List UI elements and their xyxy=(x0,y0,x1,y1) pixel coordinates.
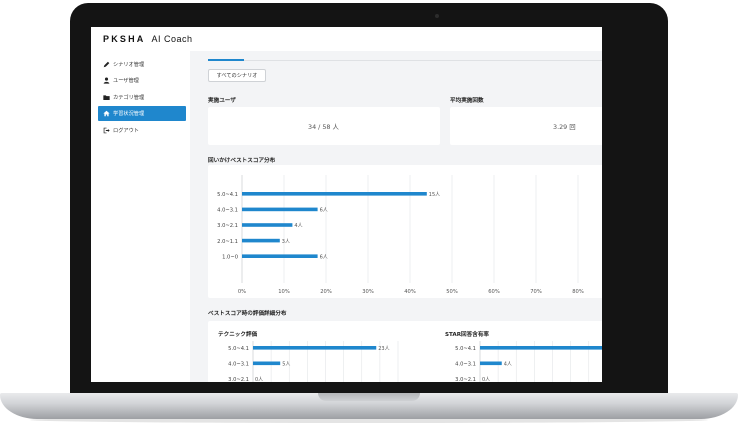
x-tick-label: 50% xyxy=(446,289,458,295)
star-chart-title: STAR回答含有率 xyxy=(445,332,490,338)
sidebar-item-label: 学習状況管理 xyxy=(113,111,145,118)
value-label: 4人 xyxy=(504,362,512,368)
category-label: 4.0~3.1 xyxy=(217,208,238,214)
x-tick-label: 10% xyxy=(278,289,290,295)
detail-charts-card: テクニック評価 STAR回答含有率 5.0~4.1 23人 4.0~3.1 5人 3.0… xyxy=(208,321,602,382)
users-section-title: 実施ユーザ xyxy=(208,98,236,104)
value-label: 4人 xyxy=(294,223,302,229)
sidebar-item-users[interactable]: ユーザ管理 xyxy=(98,73,186,88)
value-label: 0人 xyxy=(255,377,263,382)
sidebar-item-logout[interactable]: ログアウト xyxy=(98,123,186,138)
bar xyxy=(253,361,281,366)
bar xyxy=(480,361,502,366)
category-label: 1.0~0 xyxy=(222,254,238,260)
avg-stat-card: 3.29 回 xyxy=(450,107,602,145)
value-label: 3人 xyxy=(282,239,290,245)
x-tick-label: 0% xyxy=(238,289,246,295)
x-tick-label: 30% xyxy=(362,289,374,295)
x-tick-label: 80% xyxy=(572,289,584,295)
star-chart: 5.0~4.1 4.0~3.1 4人 3.0~2.1 0人 xyxy=(455,341,602,382)
value-label: 15人 xyxy=(429,192,440,198)
sidebar: シナリオ管理 ユーザ管理 カテゴリ管理 学習状況管理 ログアウト xyxy=(91,51,190,382)
avg-section-title: 平均実施回数 xyxy=(450,98,484,104)
laptop-notch xyxy=(318,393,420,401)
sidebar-item-label: シナリオ管理 xyxy=(113,62,145,68)
pencil-icon xyxy=(102,61,110,69)
category-label: 4.0~3.1 xyxy=(228,362,249,368)
scenario-filter-button[interactable]: すべてのシナリオ xyxy=(208,69,266,82)
category-label: 5.0~4.1 xyxy=(228,346,249,352)
best-score-chart-card: 0% 10% 20% 30% 40% 50% 60% 70% 80% 5.0~4.1 15人 4.0~… xyxy=(208,165,602,298)
bar xyxy=(242,254,318,258)
laptop-mockup: PKSHA AI Coach シナリオ管理 ユーザ管理 カテゴリ管理 学習状況管… xyxy=(0,0,738,425)
product-name: AI Coach xyxy=(151,34,193,44)
sidebar-item-label: ユーザ管理 xyxy=(113,78,139,85)
logout-icon xyxy=(102,126,110,134)
best-score-chart: 0% 10% 20% 30% 40% 50% 60% 70% 80% 5.0~4.1 15人 4.0~… xyxy=(217,175,584,295)
value-label: 5人 xyxy=(282,362,290,368)
x-tick-label: 60% xyxy=(488,289,500,295)
sidebar-item-learning[interactable]: 学習状況管理 xyxy=(98,106,186,122)
sidebar-item-category[interactable]: カテゴリ管理 xyxy=(98,90,186,105)
category-label: 5.0~4.1 xyxy=(217,192,238,198)
users-stat-card: 34 / 58 人 xyxy=(208,107,440,145)
x-tick-label: 70% xyxy=(530,289,542,295)
value-label: 6人 xyxy=(320,208,328,214)
users-stat-value: 34 / 58 人 xyxy=(308,123,339,131)
app-header: PKSHA AI Coach xyxy=(91,27,602,51)
app-screen: PKSHA AI Coach シナリオ管理 ユーザ管理 カテゴリ管理 学習状況管… xyxy=(91,27,602,382)
brand-logo[interactable]: PKSHA xyxy=(103,34,146,44)
technique-chart: 5.0~4.1 23人 4.0~3.1 5人 3.0~2.1 0人 xyxy=(228,341,399,382)
folder-icon xyxy=(102,93,110,101)
camera-dot xyxy=(435,14,439,18)
sidebar-item-label: ログアウト xyxy=(113,127,139,134)
tab-underline xyxy=(208,60,602,61)
sidebar-item-scenario[interactable]: シナリオ管理 xyxy=(98,57,186,72)
main-content: すべてのシナリオ 実施ユーザ 34 / 58 人 平均実施回数 3.29 回 回… xyxy=(190,51,602,382)
user-icon xyxy=(102,77,110,85)
laptop-base xyxy=(0,393,738,419)
category-label: 5.0~4.1 xyxy=(455,346,476,352)
technique-chart-title: テクニック評価 xyxy=(218,332,258,338)
category-label: 2.0~1.1 xyxy=(217,239,238,245)
category-label: 3.0~2.1 xyxy=(228,377,249,382)
x-tick-label: 40% xyxy=(404,289,416,295)
sidebar-item-label: カテゴリ管理 xyxy=(113,94,145,101)
best-score-title: 回いかけベストスコア分布 xyxy=(208,158,276,164)
bar xyxy=(242,207,318,212)
home-icon xyxy=(102,110,110,118)
detail-section-title: ベストスコア時の評価詳細分布 xyxy=(208,311,287,317)
value-label: 23人 xyxy=(378,346,389,352)
category-label: 3.0~2.1 xyxy=(217,223,238,229)
value-label: 6人 xyxy=(320,254,328,260)
category-label: 3.0~2.1 xyxy=(455,377,476,382)
x-tick-label: 20% xyxy=(320,289,332,295)
category-label: 4.0~3.1 xyxy=(455,362,476,368)
bar xyxy=(242,238,280,243)
avg-stat-value: 3.29 回 xyxy=(553,123,576,131)
tab-active-indicator[interactable] xyxy=(208,59,244,61)
value-label: 0人 xyxy=(482,377,490,382)
bar xyxy=(242,192,427,196)
bar xyxy=(480,346,602,350)
bar xyxy=(253,346,377,350)
bar xyxy=(242,223,293,227)
